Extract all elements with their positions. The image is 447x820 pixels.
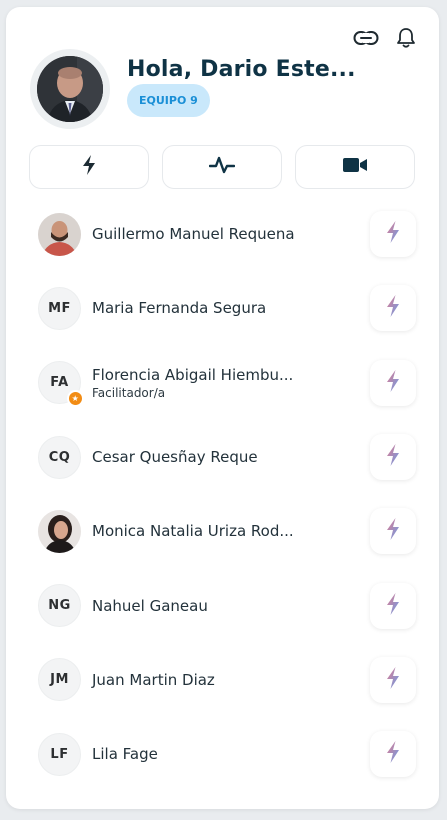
member-name: Juan Martin Diaz [92,670,215,689]
member-row[interactable]: Guillermo Manuel Requena [6,197,439,271]
member-avatar: NG [38,584,81,628]
member-initials: CQ [48,449,71,465]
member-text: Guillermo Manuel Requena [92,225,295,243]
member-avatar: CQ [38,435,81,479]
lightning-icon [386,443,400,471]
member-list: Guillermo Manuel Requena MF Maria Fernand… [6,197,439,791]
member-name: Cesar Quesñay Reque [92,448,258,467]
send-zap-button[interactable] [370,582,416,629]
lightning-icon [82,154,96,180]
lightning-icon [386,592,400,620]
member-avatar [38,212,81,256]
member-text: Florencia Abigail Hiembu... Facilitador/a [92,366,293,400]
member-row[interactable]: Monica Natalia Uriza Rod... [6,494,439,568]
send-zap-button[interactable] [370,359,416,406]
member-initials: NG [48,598,71,614]
member-row[interactable]: FA ★ Florencia Abigail Hiembu... Facilitado… [6,346,439,420]
member-text: Maria Fernanda Segura [92,299,266,317]
member-name: Lila Fage [92,745,158,764]
member-name: Monica Natalia Uriza Rod... [92,522,294,541]
send-zap-button[interactable] [370,285,416,332]
member-initials: MF [48,300,71,316]
profile-photo [37,56,103,122]
lightning-icon [386,517,400,545]
member-avatar: FA ★ [38,361,84,408]
member-initials: FA [50,375,69,391]
team-badge: EQUIPO 9 [127,84,210,117]
member-text: Cesar Quesñay Reque [92,448,258,466]
lightning-icon [386,666,400,694]
lightning-button[interactable] [29,145,149,189]
video-camera-icon [342,156,368,178]
send-zap-button[interactable] [370,211,416,258]
member-initials: LF [50,746,69,762]
member-text: Lila Fage [92,745,158,763]
member-row[interactable]: NG Nahuel Ganeau [6,568,439,642]
member-name: Maria Fernanda Segura [92,299,267,318]
team-card: Hola, Dario Este... EQUIPO 9 Guillermo M… [6,7,439,809]
pulse-button[interactable] [162,145,282,189]
top-icons [353,25,419,51]
lightning-icon [386,740,400,768]
video-button[interactable] [295,145,415,189]
member-name: Nahuel Ganeau [92,596,208,615]
send-zap-button[interactable] [370,731,416,778]
member-name: Guillermo Manuel Requena [92,225,295,244]
lightning-icon [386,369,400,397]
member-avatar: LF [38,732,81,776]
member-text: Juan Martin Diaz [92,671,215,689]
medal-icon: ★ [67,390,84,408]
member-avatar: MF [38,286,81,330]
lightning-icon [386,294,400,322]
member-text: Nahuel Ganeau [92,597,208,615]
member-row[interactable]: CQ Cesar Quesñay Reque [6,420,439,494]
bell-icon[interactable] [393,25,419,51]
send-zap-button[interactable] [370,508,416,555]
member-role: Facilitador/a [92,385,166,400]
action-buttons [29,145,415,189]
profile-avatar[interactable] [30,49,110,129]
member-avatar [38,509,81,553]
link-icon[interactable] [353,25,379,51]
member-name: Florencia Abigail Hiembu... [92,365,294,384]
member-avatar: JM [38,658,81,702]
greeting-title: Hola, Dario Este... [127,57,356,82]
lightning-icon [386,220,400,248]
send-zap-button[interactable] [370,434,416,481]
send-zap-button[interactable] [370,656,416,703]
pulse-icon [208,155,236,179]
member-row[interactable]: MF Maria Fernanda Segura [6,271,439,345]
member-row[interactable]: JM Juan Martin Diaz [6,643,439,717]
member-text: Monica Natalia Uriza Rod... [92,522,294,540]
member-row[interactable]: LF Lila Fage [6,717,439,791]
member-initials: JM [50,672,69,688]
